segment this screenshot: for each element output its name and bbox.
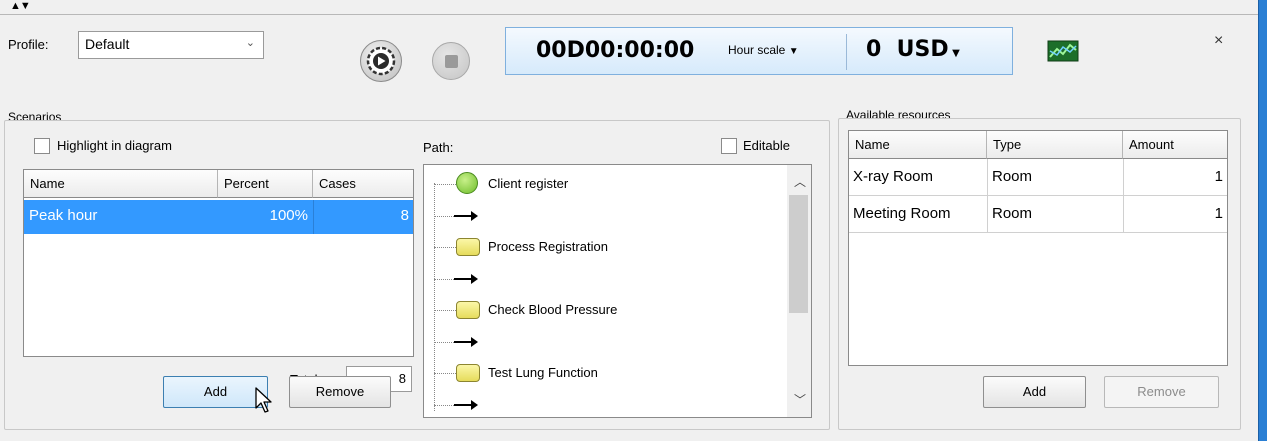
resource-type-cell: Room	[992, 168, 1033, 185]
table-row[interactable]: X-ray Room Room 1	[849, 159, 1227, 196]
resource-name-cell: Meeting Room	[853, 205, 951, 222]
top-strip: ▲▼	[0, 0, 1258, 15]
flow-arrow-icon	[454, 211, 478, 221]
time-scale-dropdown[interactable]: Hour scale ▼	[728, 43, 799, 57]
scroll-up-icon[interactable]: ︿	[794, 173, 806, 190]
tree-branch	[434, 405, 454, 406]
scroll-down-icon[interactable]: ﹀	[794, 391, 806, 408]
chart-button[interactable]	[1044, 37, 1082, 67]
close-icon[interactable]: ×	[1214, 32, 1223, 50]
cell-divider	[987, 159, 988, 195]
task-icon	[456, 238, 480, 256]
caret-down-icon: ▼	[788, 46, 799, 57]
path-title: Path:	[423, 140, 454, 155]
cost-value: 0	[866, 37, 882, 62]
path-tree: Client register Process Registration Che…	[423, 164, 812, 418]
scroll-thumb[interactable]	[789, 195, 808, 313]
chevron-down-icon: ⌄	[245, 37, 255, 49]
tree-branch	[434, 310, 456, 311]
profile-select-value: Default	[85, 36, 130, 52]
column-header-name[interactable]: Name	[24, 170, 218, 198]
tree-line	[434, 183, 435, 411]
mouse-cursor-icon	[255, 387, 272, 413]
path-node-label[interactable]: Check Blood Pressure	[488, 302, 617, 317]
tree-branch	[434, 279, 454, 280]
column-header-name[interactable]: Name	[849, 131, 987, 159]
scenarios-table: Name Percent Cases Peak hour 100% 8	[23, 169, 414, 357]
highlight-in-diagram-label: Highlight in diagram	[57, 138, 172, 153]
path-scrollbar[interactable]: ︿ ﹀	[787, 165, 811, 417]
path-node-label[interactable]: Process Registration	[488, 239, 608, 254]
remove-scenario-button[interactable]: Remove	[289, 376, 391, 408]
column-header-percent[interactable]: Percent	[218, 170, 313, 198]
add-resource-button[interactable]: Add	[983, 376, 1086, 408]
column-header-type[interactable]: Type	[987, 131, 1123, 159]
tree-branch	[434, 342, 454, 343]
cost-dropdown[interactable]: 0 USD ▼	[866, 37, 960, 62]
column-header-cases[interactable]: Cases	[313, 170, 413, 198]
flow-arrow-icon	[454, 337, 478, 347]
chart-icon	[1047, 40, 1079, 62]
add-scenario-button[interactable]: Add	[163, 376, 268, 408]
path-node-label[interactable]: Client register	[488, 176, 568, 191]
start-event-icon	[456, 172, 478, 194]
flow-arrow-icon	[454, 274, 478, 284]
editable-checkbox[interactable]	[721, 138, 737, 154]
resource-type-cell: Room	[992, 205, 1033, 222]
scenario-percent-cell: 100%	[269, 207, 308, 224]
simulation-panel: ▲▼ Profile: Default ⌄ 00D00:00:00 Hour s…	[0, 0, 1258, 441]
stop-icon	[445, 55, 458, 68]
scenario-cases-cell: 8	[400, 207, 409, 224]
scenario-name-cell: Peak hour	[29, 207, 98, 224]
editable-label: Editable	[743, 138, 790, 153]
highlight-in-diagram-checkbox[interactable]	[34, 138, 50, 154]
profile-select[interactable]: Default ⌄	[78, 31, 264, 59]
resource-amount-cell: 1	[1214, 168, 1223, 185]
task-icon	[456, 301, 480, 319]
simulation-clock: 00D00:00:00	[536, 38, 695, 63]
stop-simulation-button[interactable]	[432, 42, 470, 80]
tree-branch	[434, 184, 456, 185]
path-node-label[interactable]: Test Lung Function	[488, 365, 598, 380]
tree-branch	[434, 216, 454, 217]
task-icon	[456, 364, 480, 382]
table-row[interactable]: Meeting Room Room 1	[849, 196, 1227, 233]
remove-resource-button[interactable]: Remove	[1104, 376, 1219, 408]
cell-divider	[987, 196, 988, 232]
resource-name-cell: X-ray Room	[853, 168, 934, 185]
currency-label: USD	[896, 37, 949, 62]
resources-table: Name Type Amount X-ray Room Room 1 Meeti…	[848, 130, 1228, 366]
caret-down-icon: ▼	[948, 48, 960, 59]
simulation-status-display: 00D00:00:00 Hour scale ▼ 0 USD ▼	[505, 27, 1013, 75]
flow-arrow-icon	[454, 400, 478, 410]
resource-amount-cell: 1	[1214, 205, 1223, 222]
tree-branch	[434, 247, 456, 248]
window-edge	[1258, 0, 1267, 441]
collapse-toggle-icon[interactable]: ▲▼	[10, 0, 31, 13]
play-icon	[366, 46, 396, 76]
display-divider	[846, 34, 847, 70]
time-scale-label: Hour scale	[728, 43, 786, 57]
profile-label: Profile:	[8, 37, 49, 52]
column-header-amount[interactable]: Amount	[1123, 131, 1227, 159]
play-simulation-button[interactable]	[360, 40, 402, 82]
table-row[interactable]: Peak hour 100% 8	[24, 200, 413, 234]
tree-branch	[434, 373, 456, 374]
